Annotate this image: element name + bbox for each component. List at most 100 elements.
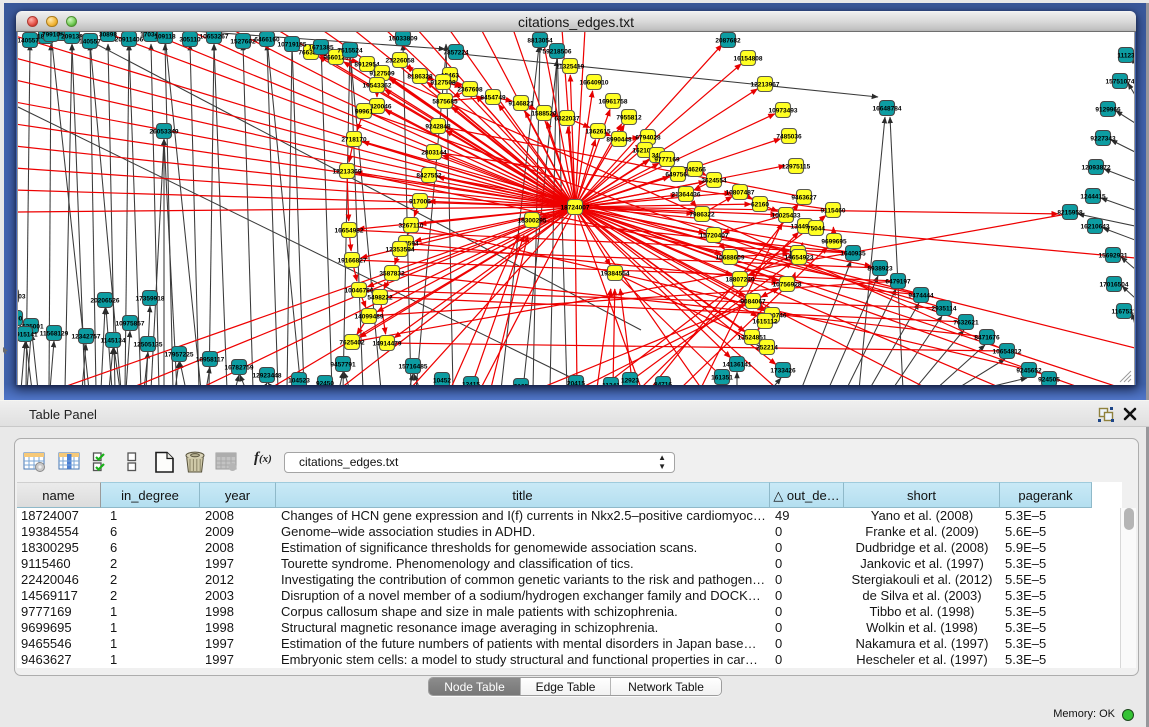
- svg-text:8454749: 8454749: [480, 94, 506, 101]
- svg-text:8938923: 8938923: [867, 265, 893, 272]
- svg-text:6466160: 6466160: [254, 36, 280, 43]
- svg-text:9129966: 9129966: [1095, 106, 1121, 113]
- svg-text:1200: 1200: [18, 315, 23, 322]
- svg-text:10688609: 10688609: [716, 254, 745, 261]
- svg-text:11123: 11123: [1117, 52, 1135, 59]
- svg-text:15716485: 15716485: [399, 363, 428, 370]
- svg-text:1244415: 1244415: [1080, 193, 1106, 200]
- svg-text:9084067: 9084067: [740, 298, 766, 305]
- svg-text:84716: 84716: [654, 381, 672, 385]
- svg-text:10973493: 10973493: [769, 107, 798, 114]
- svg-text:10653267: 10653267: [200, 33, 229, 40]
- svg-text:1362615: 1362615: [585, 128, 611, 135]
- svg-text:8186328: 8186328: [407, 73, 433, 80]
- svg-text:9227343: 9227343: [1090, 135, 1116, 142]
- svg-text:16648784: 16648784: [873, 105, 902, 112]
- svg-text:10756928: 10756928: [773, 281, 802, 288]
- svg-text:1527602: 1527602: [230, 38, 256, 45]
- svg-text:10975857: 10975857: [116, 320, 145, 327]
- svg-text:140557: 140557: [79, 38, 101, 45]
- svg-text:1588520: 1588520: [531, 110, 557, 117]
- svg-text:3915141: 3915141: [18, 331, 38, 338]
- svg-text:8813054: 8813054: [527, 37, 553, 44]
- svg-text:5498222: 5498222: [367, 294, 393, 301]
- svg-text:924505: 924505: [1038, 376, 1060, 383]
- svg-text:16640910: 16640910: [580, 79, 609, 86]
- svg-text:19654923: 19654923: [785, 254, 814, 261]
- svg-text:18724007: 18724007: [561, 204, 590, 211]
- svg-text:92450: 92450: [316, 380, 334, 385]
- svg-text:15692931: 15692931: [1099, 252, 1128, 259]
- svg-text:2935114: 2935114: [932, 305, 957, 312]
- svg-text:9457791: 9457791: [330, 361, 356, 368]
- svg-text:16782759: 16782759: [225, 364, 254, 371]
- svg-text:2718170: 2718170: [341, 136, 367, 143]
- svg-text:14914479: 14914479: [373, 340, 402, 347]
- svg-text:17016504: 17016504: [1100, 281, 1129, 288]
- svg-text:7625402: 7625402: [339, 339, 365, 346]
- svg-text:6794028: 6794028: [635, 134, 661, 141]
- svg-text:917006: 917006: [409, 198, 431, 205]
- svg-text:8471676: 8471676: [974, 334, 1000, 341]
- svg-text:16154808: 16154808: [734, 55, 763, 62]
- svg-text:16210643: 16210643: [1081, 223, 1110, 230]
- svg-text:9127509: 9127509: [369, 70, 395, 77]
- svg-text:5875685: 5875685: [432, 98, 458, 105]
- svg-text:11341: 11341: [602, 382, 620, 385]
- svg-text:1640935: 1640935: [840, 250, 866, 257]
- svg-text:10543362: 10543362: [363, 82, 392, 89]
- svg-text:59218506: 59218506: [543, 48, 572, 55]
- svg-text:109118: 109118: [154, 33, 176, 40]
- svg-text:16961758: 16961758: [599, 98, 628, 105]
- svg-text:2367608: 2367608: [457, 86, 483, 93]
- svg-text:20415: 20415: [567, 380, 585, 385]
- svg-text:17957225: 17957225: [165, 351, 194, 358]
- svg-text:11325419: 11325419: [556, 63, 585, 70]
- svg-text:7632621: 7632621: [953, 319, 979, 326]
- svg-text:746266: 746266: [684, 166, 706, 173]
- svg-text:2803144: 2803144: [421, 149, 447, 156]
- svg-text:6322037: 6322037: [554, 115, 580, 122]
- svg-text:104523: 104523: [288, 377, 310, 384]
- svg-text:1145134: 1145134: [101, 337, 126, 344]
- svg-text:9463627: 9463627: [791, 194, 817, 201]
- svg-text:17359918: 17359918: [136, 295, 165, 302]
- svg-text:7857224: 7857224: [443, 49, 469, 56]
- svg-text:9127508: 9127508: [430, 79, 456, 86]
- svg-text:9245652: 9245652: [1016, 367, 1042, 374]
- svg-text:10046786: 10046786: [345, 287, 374, 294]
- svg-text:9135: 9135: [514, 383, 529, 385]
- svg-text:9699695: 9699695: [821, 238, 847, 245]
- svg-text:9777169: 9777169: [654, 156, 680, 163]
- svg-text:16654982: 16654982: [335, 227, 364, 234]
- svg-text:14136141: 14136141: [723, 361, 752, 368]
- svg-text:10452: 10452: [433, 377, 451, 384]
- svg-text:9474444: 9474444: [908, 292, 934, 299]
- svg-text:10025433: 10025433: [772, 212, 801, 219]
- svg-text:3624554: 3624554: [701, 177, 727, 184]
- svg-text:23226058: 23226058: [386, 57, 415, 64]
- svg-text:9242848: 9242848: [425, 123, 451, 130]
- svg-text:10807487: 10807487: [726, 189, 755, 196]
- svg-text:9115460: 9115460: [821, 207, 846, 214]
- svg-text:1167531: 1167531: [1112, 308, 1135, 315]
- svg-text:99961: 99961: [355, 108, 373, 115]
- svg-text:9146821: 9146821: [508, 100, 534, 107]
- svg-text:305110: 305110: [179, 36, 201, 43]
- svg-text:8990448: 8990448: [606, 136, 632, 143]
- svg-text:7515524: 7515524: [337, 47, 363, 54]
- svg-text:11568129: 11568129: [40, 330, 69, 337]
- svg-text:18300295: 18300295: [518, 217, 547, 224]
- svg-text:12213369: 12213369: [333, 168, 362, 175]
- svg-text:62160: 62160: [751, 201, 769, 208]
- svg-text:12353594: 12353594: [386, 246, 415, 253]
- svg-text:12213967: 12213967: [751, 81, 780, 88]
- svg-text:19166827: 19166827: [338, 257, 367, 264]
- svg-text:2087682: 2087682: [715, 37, 741, 44]
- svg-text:1733426: 1733426: [770, 367, 796, 374]
- svg-text:12415: 12415: [462, 381, 480, 385]
- svg-text:14099489: 14099489: [355, 313, 384, 320]
- svg-text:7955812: 7955812: [616, 114, 642, 121]
- svg-text:22661503: 22661503: [18, 293, 26, 300]
- svg-text:3267110: 3267110: [399, 222, 424, 229]
